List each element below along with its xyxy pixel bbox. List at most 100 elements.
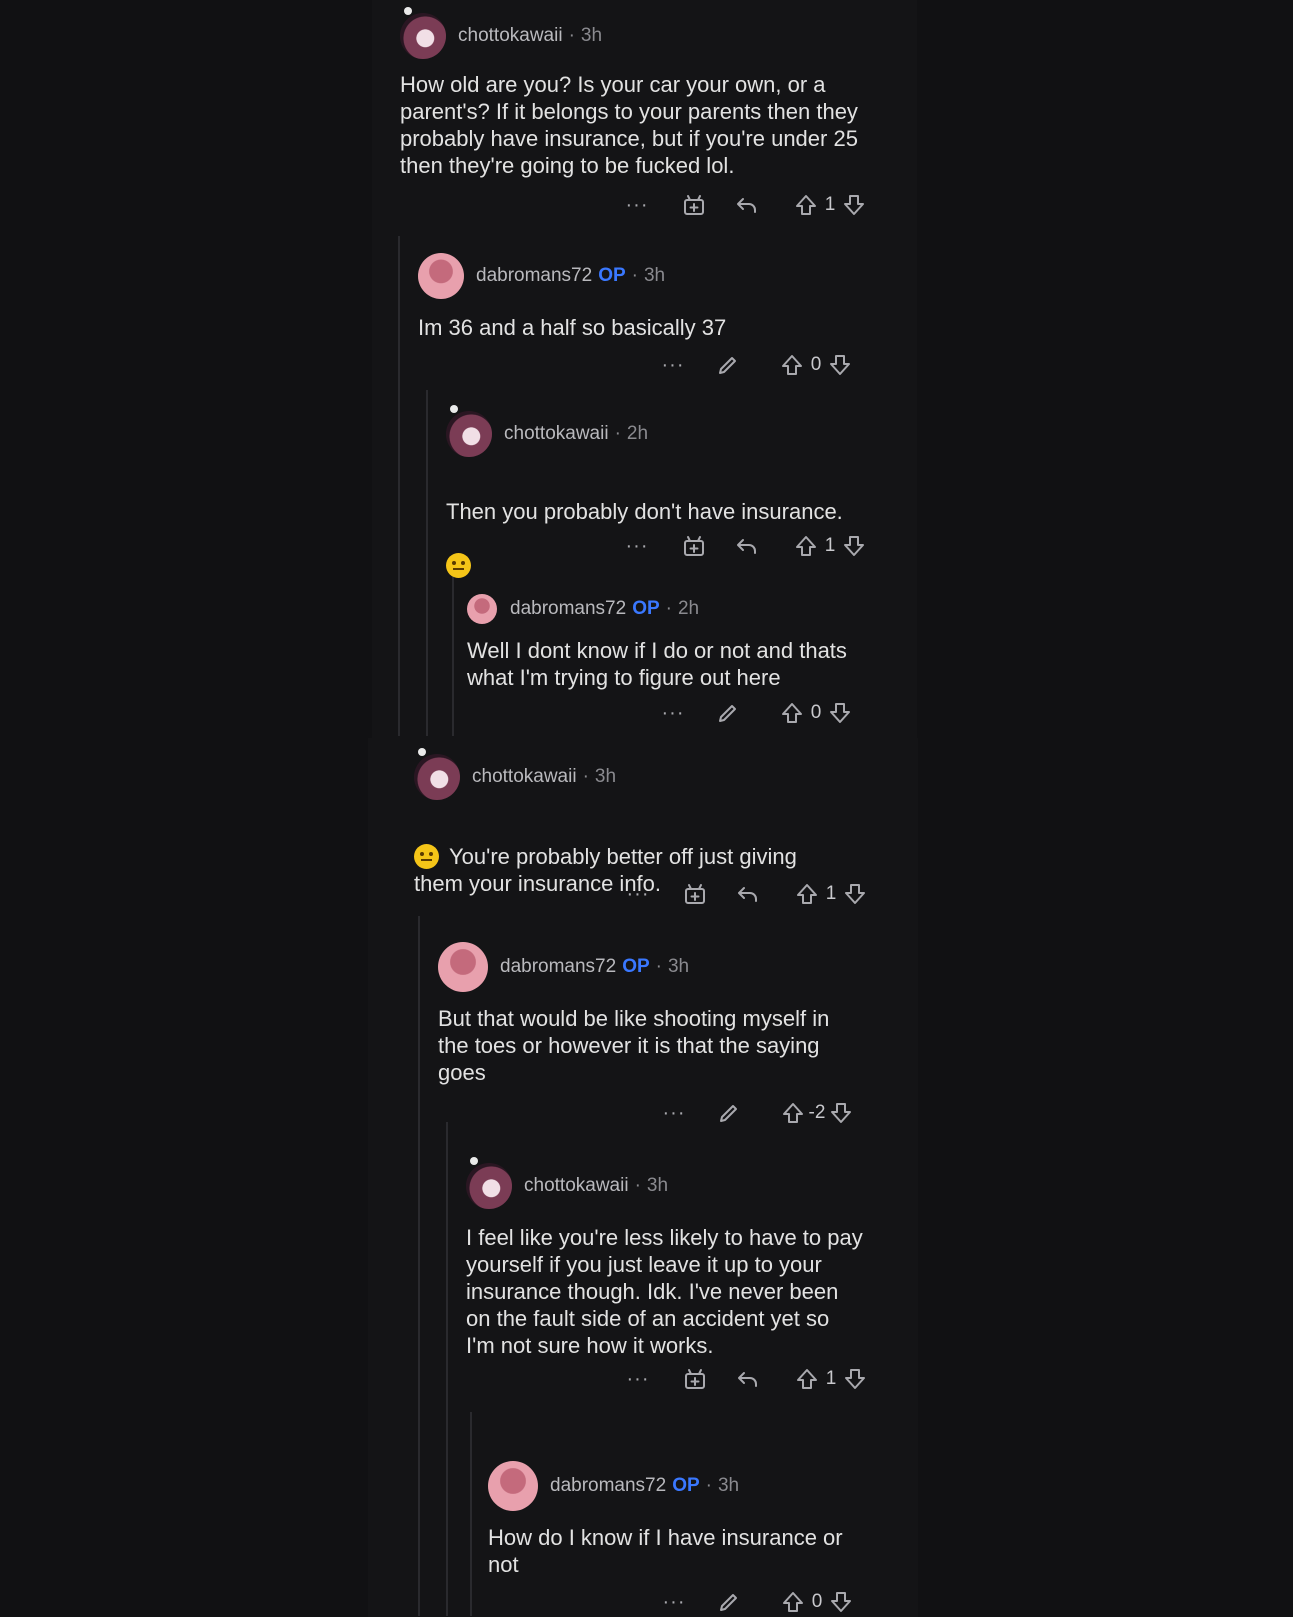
downvote-icon[interactable] [842, 534, 866, 558]
avatar[interactable] [466, 1157, 512, 1209]
username[interactable]: chottokawaii [472, 766, 577, 788]
username[interactable]: chottokawaii [504, 423, 609, 445]
more-icon[interactable]: ··· [623, 1368, 653, 1391]
comment: dabromans72 OP · 3h Im 36 and a half so … [418, 251, 898, 381]
reply-icon[interactable] [735, 882, 761, 906]
more-icon[interactable]: ··· [659, 1102, 689, 1125]
username[interactable]: chottokawaii [524, 1175, 629, 1197]
downvote-icon[interactable] [829, 1590, 853, 1614]
avatar[interactable] [467, 594, 497, 624]
reply-icon[interactable] [734, 534, 760, 558]
grinning-emoji [446, 553, 471, 578]
separator: · [582, 766, 589, 787]
comment-actions: ··· 1 [622, 190, 866, 220]
thread-line[interactable] [452, 560, 454, 736]
edit-icon[interactable] [717, 1590, 741, 1614]
op-badge: OP [598, 265, 626, 286]
thread-line[interactable] [426, 390, 428, 736]
separator: · [568, 25, 575, 46]
avatar[interactable] [488, 1461, 538, 1511]
username[interactable]: chottokawaii [458, 25, 563, 47]
comment-header: chottokawaii · 3h [466, 1157, 669, 1211]
upvote-icon[interactable] [781, 1101, 805, 1125]
reply-icon[interactable] [735, 1367, 761, 1391]
more-icon[interactable]: ··· [658, 354, 688, 377]
upvote-icon[interactable] [780, 701, 804, 725]
timestamp: 3h [646, 1175, 669, 1196]
downvote-icon[interactable] [828, 701, 852, 725]
separator: · [705, 1475, 712, 1496]
comment-actions: ··· 1 [622, 531, 866, 561]
comment: dabromans72 OP · 3h But that would be li… [438, 942, 908, 1125]
neutral-face-emoji [414, 844, 439, 869]
op-badge: OP [622, 956, 650, 977]
comment-header: dabromans72 OP · 3h [438, 942, 689, 992]
comment-header: dabromans72 OP · 2h [467, 594, 699, 624]
comment-body: Then you probably don't have insurance. [446, 471, 901, 579]
comment-actions: ··· 0 [659, 1587, 853, 1617]
timestamp: 3h [580, 25, 603, 46]
comment: chottokawaii · 3h How old are you? Is yo… [400, 7, 910, 221]
comment: chottokawaii · 3h You're probably better… [414, 748, 904, 912]
comment-header: dabromans72 OP · 3h [418, 251, 665, 301]
more-icon[interactable]: ··· [623, 883, 653, 906]
downvote-icon[interactable] [843, 882, 867, 906]
comment: chottokawaii · 3h I feel like you're les… [466, 1157, 916, 1401]
more-icon[interactable]: ··· [622, 535, 652, 558]
username[interactable]: dabromans72 [500, 956, 616, 978]
thread-line[interactable] [446, 1122, 448, 1616]
comment-actions: ··· 1 [623, 1364, 867, 1394]
thread-line[interactable] [470, 1412, 472, 1616]
downvote-icon[interactable] [829, 1101, 853, 1125]
award-icon[interactable] [682, 534, 706, 558]
comment: chottokawaii · 2h Then you probably don'… [446, 405, 906, 578]
avatar[interactable] [446, 405, 492, 457]
separator: · [634, 1175, 641, 1196]
comment-header: chottokawaii · 3h [414, 748, 616, 802]
upvote-icon[interactable] [780, 353, 804, 377]
award-icon[interactable] [683, 882, 707, 906]
comment-actions: ··· 0 [658, 698, 852, 728]
comment-actions: ··· 0 [658, 350, 852, 380]
comment-body: Im 36 and a half so basically 37 [418, 315, 727, 340]
comment-header: chottokawaii · 3h [400, 7, 603, 61]
vote-count: 1 [824, 194, 836, 215]
award-icon[interactable] [682, 193, 706, 217]
award-icon[interactable] [683, 1367, 707, 1391]
more-icon[interactable]: ··· [622, 194, 652, 217]
username[interactable]: dabromans72 [476, 265, 592, 287]
avatar[interactable] [400, 7, 446, 59]
comment-body: How old are you? Is your car your own, o… [400, 72, 858, 178]
username[interactable]: dabromans72 [510, 598, 626, 620]
upvote-icon[interactable] [794, 534, 818, 558]
avatar[interactable] [414, 748, 460, 800]
upvote-icon[interactable] [795, 1367, 819, 1391]
more-icon[interactable]: ··· [658, 702, 688, 725]
thread-line[interactable] [418, 916, 420, 1616]
separator: · [665, 598, 672, 619]
comment-body: Well I dont know if I do or not and that… [467, 638, 847, 690]
timestamp: 3h [667, 956, 690, 977]
comment-header: dabromans72 OP · 3h [488, 1461, 739, 1511]
upvote-icon[interactable] [794, 193, 818, 217]
upvote-icon[interactable] [781, 1590, 805, 1614]
edit-icon[interactable] [717, 1101, 741, 1125]
username[interactable]: dabromans72 [550, 1475, 666, 1497]
timestamp: 3h [717, 1475, 740, 1496]
more-icon[interactable]: ··· [659, 1591, 689, 1614]
avatar[interactable] [438, 942, 488, 992]
edit-icon[interactable] [716, 701, 740, 725]
timestamp: 2h [677, 598, 700, 619]
avatar[interactable] [418, 253, 464, 299]
reply-icon[interactable] [734, 193, 760, 217]
thread-line[interactable] [398, 236, 400, 736]
vote-count: 1 [825, 1368, 837, 1389]
comment-body: But that would be like shooting myself i… [438, 1006, 830, 1085]
comment: dabromans72 OP · 3h How do I know if I h… [488, 1461, 908, 1617]
downvote-icon[interactable] [828, 353, 852, 377]
timestamp: 2h [626, 423, 649, 444]
edit-icon[interactable] [716, 353, 740, 377]
upvote-icon[interactable] [795, 882, 819, 906]
downvote-icon[interactable] [843, 1367, 867, 1391]
downvote-icon[interactable] [842, 193, 866, 217]
